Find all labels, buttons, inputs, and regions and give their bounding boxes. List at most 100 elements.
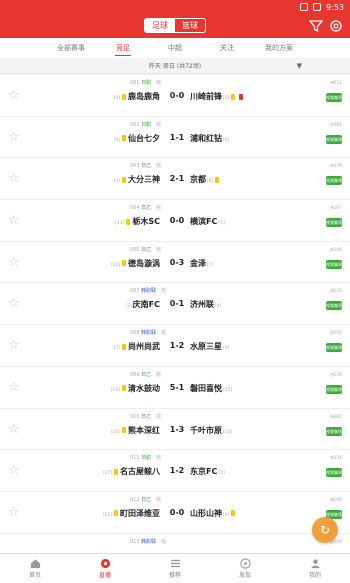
match-row[interactable]: ☆ 002 日职 完 ◔481 [9] 仙台七夕 1-1 浦和红钻[6] 视频集锦	[0, 116, 350, 159]
nav-discover[interactable]: 发现	[210, 554, 280, 583]
date-selector[interactable]: 昨天 周日 (共72场) ▼	[0, 58, 350, 74]
yellow-card-icon	[122, 385, 126, 392]
away-team: 东京FC[3]	[190, 466, 225, 477]
tab-jingzu[interactable]: 竞足	[97, 38, 149, 58]
away-rank: [8]	[207, 179, 214, 185]
match-status: 完	[155, 371, 161, 378]
red-card-icon	[239, 93, 244, 100]
tab-my-plans[interactable]: 我的方案	[253, 38, 305, 58]
video-highlights-button[interactable]: 视频集锦	[326, 343, 342, 353]
match-score: 2-1	[169, 174, 185, 184]
away-team: 磐田喜悦[15]	[190, 383, 232, 394]
match-score: 0-0	[169, 507, 185, 517]
video-highlights-button[interactable]: 视频集锦	[326, 134, 342, 144]
yellow-card-icon	[114, 510, 118, 517]
star-icon[interactable]: ☆	[8, 380, 20, 395]
match-row[interactable]: ☆ 010 日乙 完 ◔282 [16] 熊本深红 1-3 千叶市原[10] 视频…	[0, 408, 350, 451]
video-highlights-button[interactable]: 视频集锦	[326, 301, 342, 311]
match-score: 0-1	[169, 299, 185, 309]
away-team: 京都[8]	[190, 174, 221, 185]
star-icon[interactable]: ☆	[8, 213, 20, 228]
tab-follow[interactable]: 关注	[201, 38, 253, 58]
match-row[interactable]: ☆ 005 日乙 完 ◔246 [12] 德岛漩涡 0-3 金泽[7] 视频集锦	[0, 241, 350, 284]
away-team: 金泽[7]	[190, 258, 213, 269]
away-team: 横滨FC[5]	[190, 216, 225, 227]
yellow-card-icon	[122, 176, 126, 183]
match-meta: 004 日乙 完	[130, 205, 161, 212]
view-count: ◔235	[329, 289, 342, 295]
video-highlights-button[interactable]: 视频集锦	[326, 259, 342, 269]
view-count: ◔246	[329, 247, 342, 253]
away-team: 川崎前锋[1]	[190, 91, 245, 102]
nav-mine[interactable]: 我的	[280, 554, 350, 583]
star-icon[interactable]: ☆	[8, 88, 20, 103]
home-team: [17] 名古屋鲸八	[102, 466, 160, 477]
star-icon[interactable]: ☆	[8, 171, 20, 186]
star-icon[interactable]: ☆	[8, 255, 20, 270]
star-icon[interactable]: ☆	[8, 338, 20, 353]
settings-icon[interactable]	[328, 18, 344, 34]
match-row[interactable]: 013 韩职联 完 ◔204	[0, 533, 350, 554]
match-score: 1-1	[169, 132, 185, 142]
tab-csl[interactable]: 中超	[149, 38, 201, 58]
match-meta: 010 日乙 完	[130, 413, 161, 420]
star-icon[interactable]: ☆	[8, 422, 20, 437]
match-status: 完	[160, 288, 166, 295]
seg-football[interactable]: 足球	[145, 19, 175, 32]
view-count: ◔631	[329, 81, 342, 86]
match-meta: 008 韩职联 完	[130, 330, 166, 337]
match-row[interactable]: ☆ 003 日乙 完 ◔479 [3] 大分三神 2-1 京都[8] 视频集锦	[0, 158, 350, 201]
match-row[interactable]: ☆ 011 日职 完 ◔331 [17] 名古屋鲸八 1-2 东京FC[3] 视频…	[0, 450, 350, 492]
match-status: 完	[155, 246, 161, 253]
star-icon[interactable]: ☆	[8, 130, 20, 145]
home-team-name: 鹿岛鹿角	[128, 92, 160, 101]
view-count: ◔299	[329, 497, 342, 503]
match-row[interactable]: ☆ 009 日乙 完 ◔276 [14] 清水鼓动 5-1 磐田喜悦[15] 视频…	[0, 366, 350, 409]
home-rank: [7]	[113, 346, 120, 352]
match-row[interactable]: ☆ 007 韩职联 完 ◔235 [2]庆南FC 0-1 济州联[4] 视频集锦	[0, 283, 350, 326]
view-count: ◔331	[329, 456, 342, 462]
match-meta: 005 日乙 完	[130, 246, 161, 253]
match-row[interactable]: ☆ 008 韩职联 完 ◔245 [7] 尚州尚武 1-2 水原三星[9] 视频集…	[0, 325, 350, 367]
match-meta: 001 日职 完	[130, 80, 161, 86]
nav-recommend[interactable]: 推荐	[140, 554, 210, 583]
filter-icon[interactable]	[308, 18, 324, 34]
yellow-card-icon	[126, 218, 131, 225]
home-team: [12] 德岛漩涡	[110, 258, 160, 269]
home-team-name: 大分三神	[128, 175, 160, 185]
yellow-card-icon	[231, 510, 236, 517]
match-status: 完	[155, 163, 161, 170]
app-header: 足球 篮球	[0, 14, 350, 38]
video-highlights-button[interactable]: 视频集锦	[326, 426, 342, 436]
nav-home[interactable]: 首页	[0, 554, 70, 583]
match-row[interactable]: ☆ 001 日职 完 ◔631 [2] 鹿岛鹿角 0-0 川崎前锋[1] 视频集锦	[0, 75, 350, 117]
nav-live[interactable]: 直播	[70, 554, 140, 583]
away-team-name: 千叶市原	[190, 425, 222, 435]
away-team-name: 川崎前锋	[190, 92, 222, 101]
seg-basketball[interactable]: 篮球	[175, 19, 205, 32]
yellow-card-icon	[122, 343, 126, 350]
tab-all[interactable]: 全部赛事	[45, 38, 97, 58]
video-highlights-button[interactable]: 视频集锦	[326, 176, 342, 186]
star-icon[interactable]: ☆	[8, 463, 20, 478]
match-row[interactable]: ☆ 004 日乙 完 ◔287 [11] 栃木SC 0-0 横滨FC[5] 视频集…	[0, 200, 350, 242]
home-rank: [3]	[113, 179, 120, 185]
home-team: [7] 尚州尚武	[113, 341, 160, 352]
wifi-icon	[300, 3, 309, 11]
home-rank: [16]	[110, 429, 120, 435]
refresh-button[interactable]: ↻	[312, 517, 338, 543]
video-highlights-button[interactable]: 视频集锦	[326, 93, 342, 102]
view-count: ◔479	[329, 164, 342, 170]
view-count: ◔287	[329, 206, 342, 212]
star-icon[interactable]: ☆	[8, 296, 20, 311]
star-icon[interactable]: ☆	[8, 505, 20, 520]
video-highlights-button[interactable]: 视频集锦	[326, 218, 342, 228]
video-highlights-button[interactable]: 视频集锦	[326, 384, 342, 394]
league-label: 日乙	[141, 246, 152, 253]
match-row[interactable]: ☆ 012 日乙 完 ◔299 [13] 町田泽维亚 0-0 山形山神[4] 视频…	[0, 491, 350, 534]
sport-switch: 足球 篮球	[144, 18, 206, 33]
match-meta: 007 韩职联 完	[130, 288, 166, 295]
video-highlights-button[interactable]: 视频集锦	[326, 468, 342, 478]
home-team: [9] 仙台七夕	[113, 133, 160, 144]
match-meta: 013 韩职联 完	[130, 538, 166, 545]
